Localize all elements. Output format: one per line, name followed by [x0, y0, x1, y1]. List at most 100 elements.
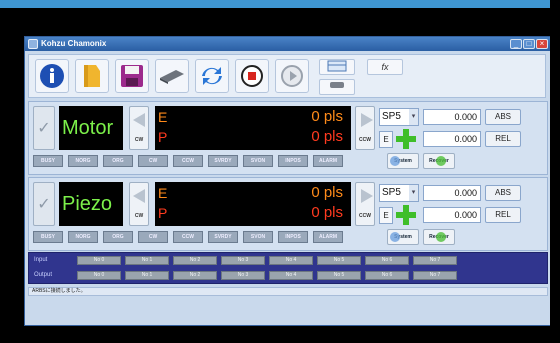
output-led[interactable]: No 2 [173, 271, 217, 280]
arrow-left-icon [133, 189, 145, 203]
recover-button[interactable]: Recover [423, 229, 455, 245]
close-button[interactable]: × [536, 39, 548, 49]
send-icon [160, 70, 184, 84]
input-led: No 5 [317, 256, 361, 265]
toolbar: fx [28, 54, 546, 98]
folder-icon [84, 65, 100, 87]
app-window: Kohzu Chamonix _ □ × fx ✓ Motor CW E 0 p… [24, 36, 552, 326]
system-button[interactable]: System [387, 153, 419, 169]
app-icon [28, 39, 38, 49]
desktop-top-band [0, 0, 560, 8]
output-led[interactable]: No 7 [413, 271, 457, 280]
device-button[interactable] [319, 79, 355, 95]
status-inpos: INPOS [278, 155, 308, 167]
input-led: No 1 [125, 256, 169, 265]
e-button[interactable]: E [379, 131, 393, 148]
input-led: No 3 [221, 256, 265, 265]
add-button[interactable] [396, 129, 416, 149]
output-led[interactable]: No 0 [77, 271, 121, 280]
status-org: ORG [103, 231, 133, 243]
output-led[interactable]: No 4 [269, 271, 313, 280]
arrow-left-icon [133, 113, 145, 127]
cw-button[interactable]: CW [129, 106, 149, 150]
output-led[interactable]: No 1 [125, 271, 169, 280]
table-view-button[interactable] [319, 59, 355, 75]
save-button[interactable] [115, 59, 149, 93]
status-alarm: ALARM [313, 155, 343, 167]
table-icon [327, 60, 347, 72]
input-led: No 6 [365, 256, 409, 265]
device-icon [330, 82, 344, 88]
status-busy: BUSY [33, 231, 63, 243]
output-led[interactable]: No 5 [317, 271, 361, 280]
abs-button[interactable]: ABS [485, 185, 521, 201]
recover-icon [436, 156, 446, 166]
play-button[interactable] [275, 59, 309, 93]
stop-icon [241, 65, 263, 87]
refresh-button[interactable] [195, 59, 229, 93]
output-led[interactable]: No 3 [221, 271, 265, 280]
axis-panel-motor: ✓ Motor CW E 0 pls P 0 pls CCW SP5 ▾ E 0.… [28, 101, 548, 175]
status-norg: NORG [68, 231, 98, 243]
cw-button[interactable]: CW [129, 182, 149, 226]
output-label: Output [34, 272, 53, 278]
rel-input[interactable]: 0.000 [423, 207, 481, 223]
minimize-button[interactable]: _ [510, 39, 522, 49]
pulse-value: 0 pls [311, 128, 343, 145]
plus-icon [403, 205, 409, 225]
checkmark-icon: ✓ [37, 196, 51, 213]
position-display: E 0 pls P 0 pls [155, 106, 351, 150]
stop-button[interactable] [235, 59, 269, 93]
status-norg: NORG [68, 155, 98, 167]
open-folder-button[interactable] [75, 59, 109, 93]
abs-input[interactable]: 0.000 [423, 109, 481, 125]
enable-toggle[interactable]: ✓ [33, 182, 55, 226]
status-cw: CW [138, 231, 168, 243]
maximize-button[interactable]: □ [523, 39, 535, 49]
titlebar: Kohzu Chamonix _ □ × [25, 37, 551, 51]
recover-icon [436, 232, 446, 242]
input-led: No 4 [269, 256, 313, 265]
add-button[interactable] [396, 205, 416, 225]
status-ccw: CCW [173, 231, 203, 243]
speed-select[interactable]: SP5 ▾ [379, 184, 419, 202]
desktop-right-edge [550, 0, 560, 343]
output-led[interactable]: No 6 [365, 271, 409, 280]
rel-input[interactable]: 0.000 [423, 131, 481, 147]
abs-button[interactable]: ABS [485, 109, 521, 125]
window-title: Kohzu Chamonix [41, 39, 107, 48]
enable-toggle[interactable]: ✓ [33, 106, 55, 150]
recover-button[interactable]: Recover [423, 153, 455, 169]
rel-button[interactable]: REL [485, 207, 521, 223]
arrow-right-icon [361, 189, 373, 203]
e-button[interactable]: E [379, 207, 393, 224]
ccw-button[interactable]: CCW [355, 106, 375, 150]
checkmark-icon: ✓ [37, 120, 51, 137]
input-label: Input [34, 257, 48, 263]
info-button[interactable] [35, 59, 69, 93]
speed-select[interactable]: SP5 ▾ [379, 108, 419, 126]
status-bar: ARBSに接続しました。 [28, 287, 548, 296]
status-svrdy: SVRDY [208, 155, 238, 167]
ccw-button[interactable]: CCW [355, 182, 375, 226]
encoder-value: 0 pls [311, 184, 343, 201]
function-button[interactable]: fx [367, 59, 403, 75]
arrow-right-icon [361, 113, 373, 127]
refresh-icon [202, 67, 222, 85]
input-led: No 0 [77, 256, 121, 265]
axis-panel-piezo: ✓ Piezo CW E 0 pls P 0 pls CCW SP5 ▾ E 0.… [28, 177, 548, 251]
axis-name: Motor [59, 106, 123, 150]
status-svon: SVON [243, 231, 273, 243]
status-cw: CW [138, 155, 168, 167]
abs-input[interactable]: 0.000 [423, 185, 481, 201]
input-led: No 2 [173, 256, 217, 265]
save-icon [121, 65, 143, 87]
rel-button[interactable]: REL [485, 131, 521, 147]
system-icon [390, 232, 400, 242]
send-button[interactable] [155, 59, 189, 93]
input-led: No 7 [413, 256, 457, 265]
axis-name: Piezo [59, 182, 123, 226]
pulse-value: 0 pls [311, 204, 343, 221]
plus-icon [403, 129, 409, 149]
system-button[interactable]: System [387, 229, 419, 245]
